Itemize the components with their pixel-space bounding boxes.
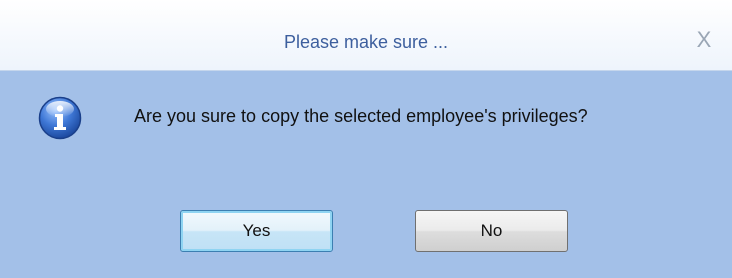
confirm-dialog: Please make sure ... X Are you sure to c xyxy=(0,0,732,278)
dialog-message: Are you sure to copy the selected employ… xyxy=(134,106,588,126)
no-button[interactable]: No xyxy=(415,210,568,252)
close-icon[interactable]: X xyxy=(692,28,716,52)
yes-button[interactable]: Yes xyxy=(180,210,333,252)
dialog-title: Please make sure ... xyxy=(283,32,449,52)
dialog-titlebar[interactable]: Please make sure ... X xyxy=(0,0,732,71)
information-icon xyxy=(38,96,82,140)
